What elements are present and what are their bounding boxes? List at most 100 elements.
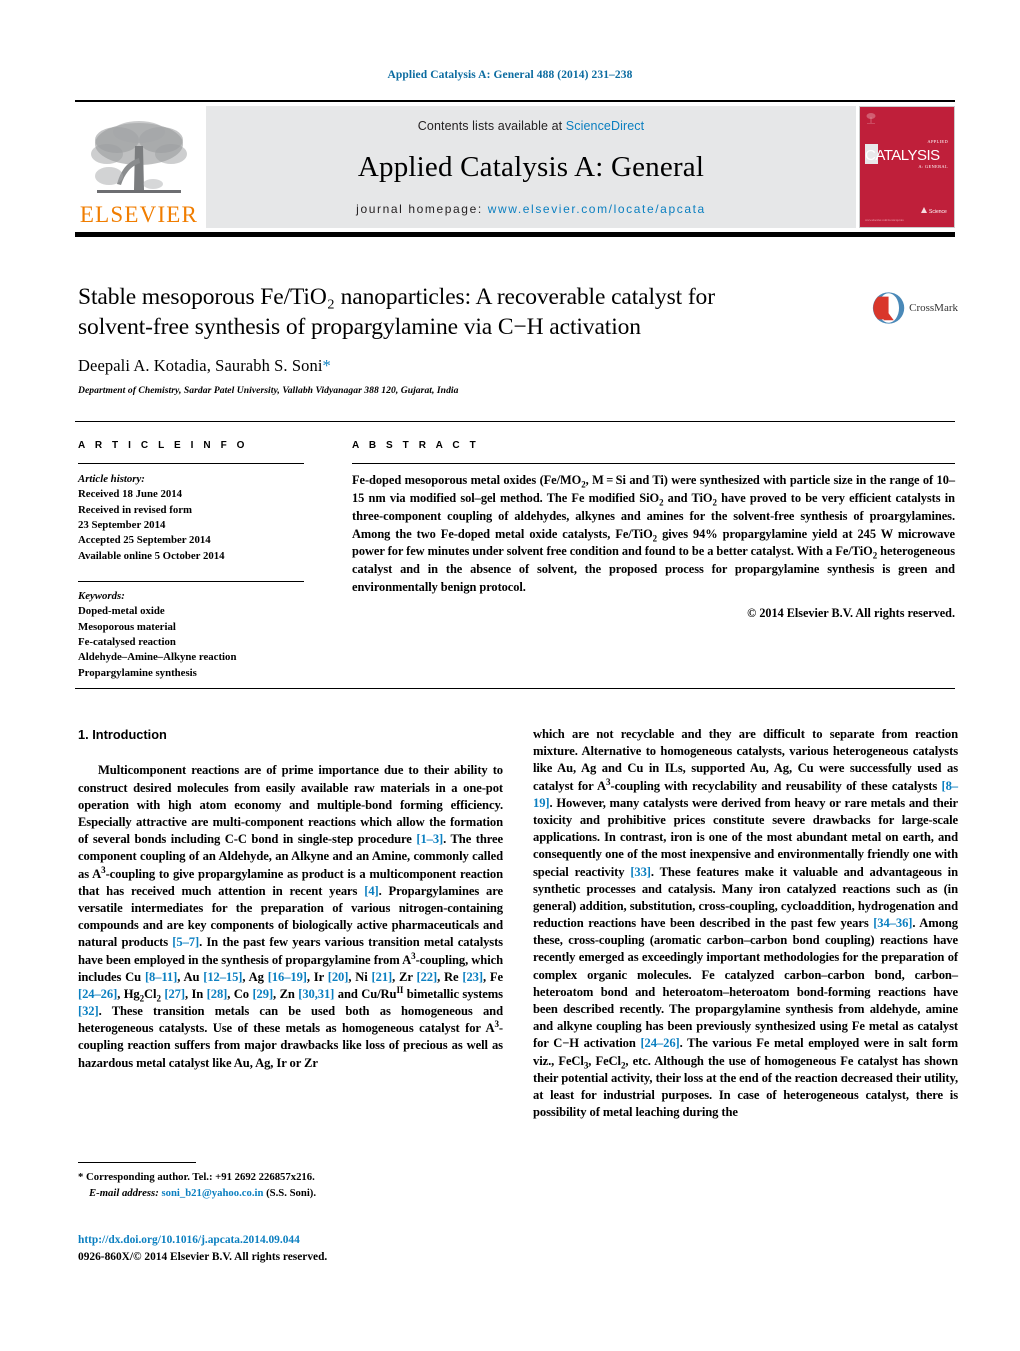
- abstract-copyright: © 2014 Elsevier B.V. All rights reserved…: [747, 606, 955, 621]
- footer-block: http://dx.doi.org/10.1016/j.apcata.2014.…: [78, 1232, 548, 1266]
- keyword-item: Fe-catalysed reaction: [78, 635, 176, 648]
- crossmark-badge[interactable]: CrossMark: [872, 287, 958, 329]
- intro-left-text: , Re: [437, 969, 463, 984]
- journal-title: Applied Catalysis A: General: [357, 151, 705, 183]
- intro-left-text: , Au: [177, 969, 204, 984]
- corresponding-author-text: Corresponding author. Tel.: +91 2692 226…: [86, 1171, 315, 1183]
- history-item: Accepted 25 September 2014: [78, 534, 211, 547]
- corresponding-author-marker: *: [322, 356, 331, 376]
- journal-band: Contents lists available at ScienceDirec…: [206, 106, 856, 228]
- citation-link[interactable]: [23]: [462, 970, 483, 984]
- journal-homepage-link[interactable]: www.elsevier.com/locate/apcata: [488, 202, 706, 216]
- masthead-bottom-rule: [75, 232, 955, 237]
- citation-link[interactable]: [27]: [164, 987, 185, 1001]
- intro-right-text: -coupling with recyclability and reusabi…: [610, 778, 942, 793]
- email-owner: (S.S. Soni).: [266, 1186, 317, 1199]
- intro-left-text: , Fe: [482, 969, 503, 984]
- citation-link[interactable]: [33]: [630, 865, 651, 879]
- footnote-star: *: [78, 1171, 84, 1183]
- title-block: Stable mesoporous Fe/TiO₂ nanoparticles:…: [78, 282, 868, 396]
- article-title-line-2: solvent-free synthesis of propargylamine…: [78, 314, 641, 341]
- citation-link[interactable]: [21]: [372, 970, 393, 984]
- crossmark-label: CrossMark: [909, 302, 958, 314]
- keyword-item: Mesoporous material: [78, 620, 176, 633]
- footnote-rule: [78, 1162, 196, 1163]
- page-title: Stable mesoporous Fe/TiO₂ nanoparticles:…: [78, 282, 868, 342]
- citation-link[interactable]: [1–3]: [416, 832, 443, 846]
- sciencedirect-link[interactable]: ScienceDirect: [566, 119, 644, 133]
- journal-masthead: ELSEVIER Contents lists available at Sci…: [75, 100, 955, 228]
- body-column-left: 1. Introduction Multicomponent reactions…: [78, 726, 503, 1072]
- history-item: Received in revised form: [78, 503, 193, 516]
- keyword-item: Doped-metal oxide: [78, 605, 165, 618]
- article-title-line-1: Stable mesoporous Fe/TiO₂ nanoparticles:…: [78, 284, 715, 310]
- paper-page: Applied Catalysis A: General 488 (2014) …: [0, 0, 1020, 1351]
- elsevier-logo: ELSEVIER: [75, 106, 203, 228]
- intro-left-text: , In: [184, 986, 207, 1001]
- keywords-rule: [78, 580, 304, 582]
- email-link[interactable]: soni_b21@yahoo.co.in: [161, 1187, 263, 1199]
- citation-link[interactable]: [16–19]: [268, 970, 307, 984]
- abstract-rule: [352, 463, 955, 464]
- keywords-block: Keywords: Doped-metal oxide Mesoporous m…: [78, 589, 304, 681]
- elsevier-tree-icon: [91, 121, 187, 193]
- intro-left-text: , Ni: [348, 969, 372, 984]
- intro-left-text: , Zn: [273, 986, 299, 1001]
- keyword-item: Aldehyde–Amine–Alkyne reaction: [78, 651, 237, 664]
- running-head: Applied Catalysis A: General 488 (2014) …: [387, 69, 633, 81]
- citation-link[interactable]: [32]: [78, 1004, 99, 1018]
- intro-left-text: , Hg: [117, 986, 140, 1001]
- author-list: Deepali A. Kotadia, Saurabh S. Soni*: [78, 356, 868, 376]
- crossmark-icon: [872, 292, 905, 324]
- journal-homepage-line: journal homepage: www.elsevier.com/locat…: [356, 202, 706, 216]
- article-info-rule: [78, 463, 304, 464]
- issn-copyright-line: 0926-860X/© 2014 Elsevier B.V. All right…: [78, 1251, 328, 1264]
- cover-title: CATALYSIS: [865, 147, 940, 164]
- citation-link[interactable]: [8–11]: [145, 970, 177, 984]
- article-info-heading: A R T I C L E I N F O: [78, 440, 249, 451]
- citation-link[interactable]: [12–15]: [203, 970, 242, 984]
- abstract-heading: A B S T R A C T: [352, 440, 480, 451]
- affiliation: Department of Chemistry, Sardar Patel Un…: [78, 385, 459, 397]
- footnote-block: * Corresponding author. Tel.: +91 2692 2…: [78, 1162, 503, 1201]
- intro-left-text: and Cu/Ru: [334, 986, 397, 1001]
- section-heading-introduction: 1. Introduction: [78, 727, 167, 742]
- email-note: E-mail address: soni_b21@yahoo.co.in (S.…: [78, 1186, 503, 1202]
- intro-left-text: , Ag: [242, 969, 268, 984]
- intro-paragraph-left: Multicomponent reactions are of prime im…: [78, 762, 503, 1071]
- abstract-column: A B S T R A C T Fe-doped mesoporous meta…: [352, 440, 955, 621]
- intro-left-text: Cl: [144, 986, 157, 1001]
- contents-prefix: Contents lists available at: [417, 119, 566, 133]
- citation-link[interactable]: [29]: [252, 987, 273, 1001]
- citation-link[interactable]: [34–36]: [873, 916, 912, 930]
- intro-left-text: , Zr: [392, 969, 417, 984]
- citation-link[interactable]: [22]: [416, 970, 437, 984]
- journal-cover-thumbnail: CATALYSIS APPLIED A: GENERAL ScienceDire…: [859, 106, 955, 228]
- citation-link[interactable]: [4]: [364, 884, 378, 898]
- authors-names: Deepali A. Kotadia, Saurabh S. Soni: [78, 356, 323, 376]
- info-section-top-rule: [75, 421, 955, 422]
- body-column-right: which are not recyclable and they are di…: [533, 726, 958, 1121]
- intro-left-text: , Co: [227, 986, 253, 1001]
- citation-link[interactable]: [20]: [328, 970, 349, 984]
- cover-subtitle-top: APPLIED: [927, 139, 948, 144]
- intro-left-text: , Ir: [306, 969, 328, 984]
- citation-link[interactable]: [24–26]: [78, 987, 117, 1001]
- citation-link[interactable]: [28]: [207, 987, 228, 1001]
- contents-line: Contents lists available at ScienceDirec…: [418, 119, 644, 133]
- abstract-text: Fe-doped mesoporous metal oxides (Fe/MO2…: [352, 473, 955, 595]
- keyword-item: Propargylamine synthesis: [78, 666, 197, 679]
- homepage-prefix: journal homepage:: [356, 202, 488, 216]
- cover-elsevier-tree-icon: [866, 113, 876, 124]
- elsevier-wordmark: ELSEVIER: [79, 202, 199, 227]
- citation-link[interactable]: [5–7]: [172, 935, 199, 949]
- citation-link[interactable]: [24–26]: [640, 1036, 679, 1050]
- citation-link[interactable]: [30,31]: [298, 987, 334, 1001]
- history-item: Received 18 June 2014: [78, 488, 183, 501]
- email-label: E-mail address:: [89, 1186, 159, 1199]
- cover-corner-note: www.elsevier.com/locate/apcata: [865, 218, 904, 222]
- history-item: Available online 5 October 2014: [78, 549, 225, 562]
- article-history-label: Article history:: [78, 473, 145, 485]
- doi-link[interactable]: http://dx.doi.org/10.1016/j.apcata.2014.…: [78, 1232, 548, 1249]
- abstract-bottom-rule: [75, 688, 955, 689]
